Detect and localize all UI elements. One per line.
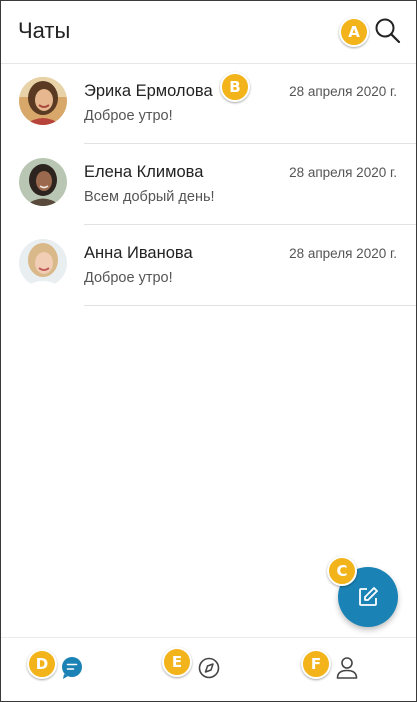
chat-name: Анна Иванова xyxy=(84,244,193,262)
discover-icon xyxy=(198,657,220,679)
profile-icon xyxy=(336,657,358,679)
avatar xyxy=(19,239,67,287)
avatar xyxy=(19,77,67,125)
divider xyxy=(84,305,416,306)
chat-list-item[interactable]: Анна Иванова 28 апреля 2020 г. Доброе ут… xyxy=(1,225,416,306)
chat-last-message: Доброе утро! xyxy=(84,270,173,286)
nav-chats[interactable] xyxy=(57,652,87,682)
chat-name: Елена Климова xyxy=(84,163,204,181)
callout-badge-c: C xyxy=(327,556,357,586)
chat-list-item[interactable]: Елена Климова 28 апреля 2020 г. Всем доб… xyxy=(1,144,416,225)
chat-list: Эрика Ермолова 28 апреля 2020 г. Доброе … xyxy=(1,63,416,306)
search-icon xyxy=(375,18,401,44)
app-screen: Чаты A Эрика Ермолова 28 апреля 2020 г. … xyxy=(0,0,417,702)
chats-icon xyxy=(62,657,82,679)
callout-badge-d: D xyxy=(27,649,57,679)
chat-date: 28 апреля 2020 г. xyxy=(289,165,397,180)
callout-badge-b: B xyxy=(220,72,250,102)
chat-date: 28 апреля 2020 г. xyxy=(289,246,397,261)
nav-discover[interactable] xyxy=(194,652,224,682)
chat-list-item[interactable]: Эрика Ермолова 28 апреля 2020 г. Доброе … xyxy=(1,63,416,144)
callout-badge-e: E xyxy=(162,647,192,677)
callout-badge-f: F xyxy=(301,649,331,679)
chat-date: 28 апреля 2020 г. xyxy=(289,84,397,99)
compose-icon xyxy=(359,587,378,606)
top-app-bar: Чаты A xyxy=(1,1,416,64)
bottom-navigation: D E F xyxy=(1,637,416,701)
avatar xyxy=(19,158,67,206)
chat-last-message: Всем добрый день! xyxy=(84,189,215,205)
page-title: Чаты xyxy=(18,18,71,43)
chat-last-message: Доброе утро! xyxy=(84,108,173,124)
search-button[interactable] xyxy=(373,16,403,46)
nav-profile[interactable] xyxy=(332,652,362,682)
chat-name: Эрика Ермолова xyxy=(84,82,213,100)
callout-badge-a: A xyxy=(339,17,369,47)
